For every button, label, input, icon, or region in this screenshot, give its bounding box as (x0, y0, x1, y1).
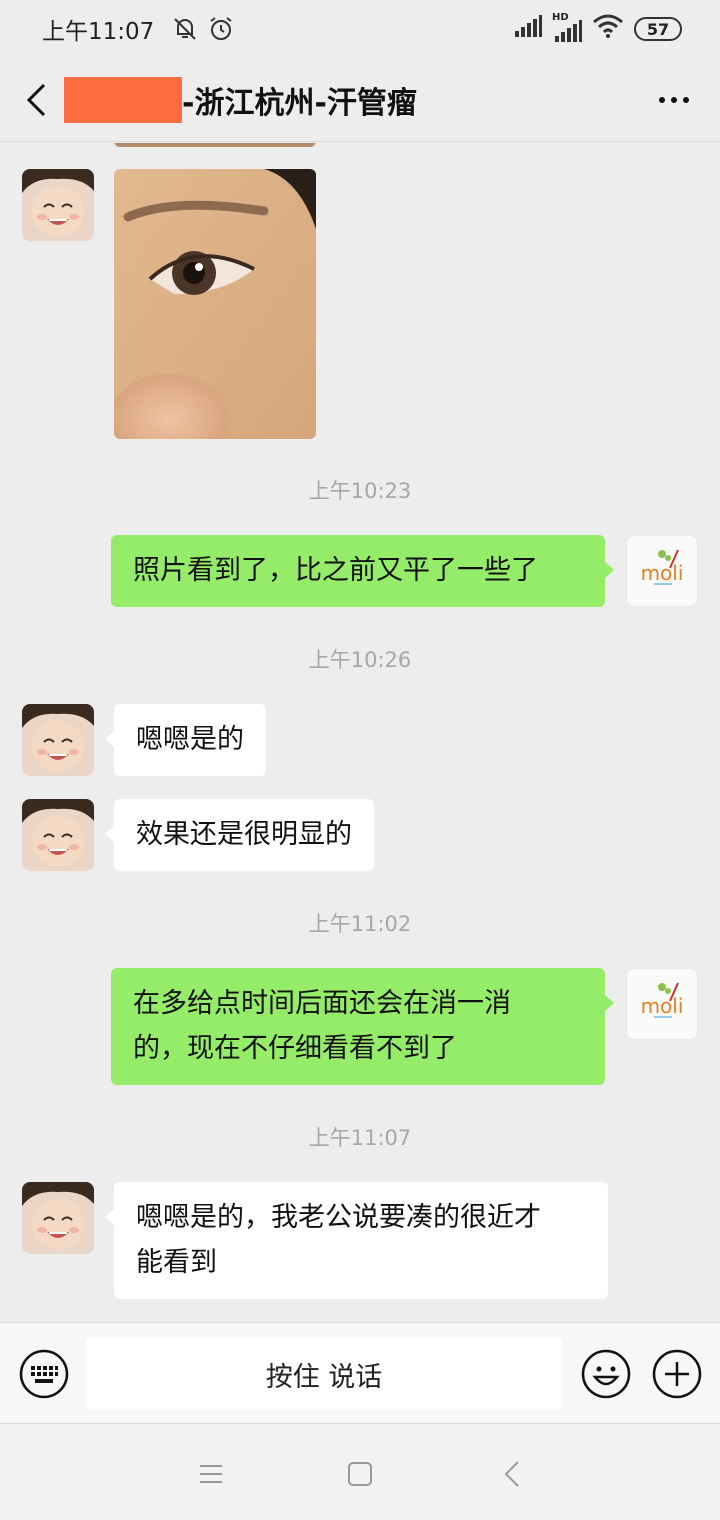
message-text-line: 在多给点时间后面还会在消一消 (133, 988, 511, 1019)
previous-photo-edge[interactable] (114, 143, 316, 147)
timestamp: 上午10:23 (308, 479, 412, 503)
more-dots-icon (659, 97, 665, 103)
back-triangle-icon (504, 1461, 519, 1487)
chat-header: -浙江杭州-汗管瘤 (0, 58, 720, 142)
mute-icon (170, 14, 200, 44)
system-nav-bar (0, 1425, 720, 1520)
plus-button[interactable] (652, 1349, 702, 1399)
message-bubble-incoming[interactable]: 效果还是很明显的 (105, 799, 374, 871)
hd-signal-icon: HD (552, 12, 582, 42)
timestamp: 上午11:07 (308, 1126, 412, 1150)
plus-icon (652, 1349, 702, 1399)
message-bubble-incoming[interactable]: 嗯嗯是的，我老公说要凑的很近才 能看到 (105, 1182, 608, 1299)
chevron-left-icon (26, 83, 46, 116)
timestamp: 上午10:26 (308, 648, 412, 672)
hold-to-talk-button[interactable]: 按住 说话 (86, 1338, 562, 1410)
menu-icon (200, 1465, 222, 1483)
message-text-line: 的，现在不仔细看看不到了 (133, 1033, 457, 1064)
status-time: 上午11:07 (42, 19, 155, 45)
nav-back-button[interactable] (497, 1459, 527, 1489)
more-dot (683, 97, 689, 103)
avatar-text: moli (641, 561, 684, 585)
alarm-icon (206, 14, 236, 44)
message-text-line: 嗯嗯是的，我老公说要凑的很近才 (136, 1202, 541, 1233)
avatar[interactable]: moli (626, 535, 698, 607)
timestamp: 上午11:02 (308, 912, 412, 936)
photo-message[interactable] (114, 169, 316, 439)
home-square-icon (348, 1462, 372, 1486)
message-text-line: 能看到 (136, 1247, 217, 1278)
keyboard-button[interactable] (19, 1349, 69, 1399)
more-button[interactable] (654, 82, 694, 118)
avatar[interactable] (22, 169, 94, 241)
emoji-button[interactable] (581, 1349, 631, 1399)
chat-area[interactable]: 上午10:23 照片看到了，比之前又平了一些了 moli 上午10:26 嗯嗯是… (0, 143, 720, 1321)
menu-button[interactable] (196, 1459, 226, 1489)
avatar[interactable] (22, 1182, 94, 1254)
message-text: 效果还是很明显的 (136, 819, 352, 850)
redacted-name (64, 76, 182, 123)
avatar[interactable] (22, 799, 94, 871)
signal-icon (514, 15, 542, 43)
wifi-icon (592, 14, 624, 44)
emoji-icon (581, 1349, 631, 1399)
avatar[interactable] (22, 704, 94, 776)
message-bubble-incoming[interactable]: 嗯嗯是的 (105, 704, 266, 776)
keyboard-icon (19, 1349, 69, 1399)
avatar[interactable]: moli (626, 968, 698, 1040)
home-button[interactable] (345, 1459, 375, 1489)
more-dot (671, 97, 677, 103)
battery-icon: 57 (634, 17, 682, 41)
message-bubble-outgoing[interactable]: 照片看到了，比之前又平了一些了 (111, 535, 614, 607)
message-text: 照片看到了，比之前又平了一些了 (133, 555, 538, 586)
message-text: 嗯嗯是的 (136, 724, 244, 755)
talk-label: 按住 说话 (265, 1361, 383, 1393)
avatar-text: moli (641, 994, 684, 1018)
message-bubble-outgoing[interactable]: 在多给点时间后面还会在消一消 的，现在不仔细看看不到了 (111, 968, 614, 1085)
title-wrap: -浙江杭州-汗管瘤 (64, 58, 417, 142)
back-button[interactable] (6, 58, 66, 142)
status-bar: 上午11:07 HD 57 (0, 0, 720, 58)
chat-title: -浙江杭州-汗管瘤 (182, 85, 417, 121)
input-bar: 按住 说话 (0, 1322, 720, 1424)
battery-level: 57 (646, 19, 670, 39)
